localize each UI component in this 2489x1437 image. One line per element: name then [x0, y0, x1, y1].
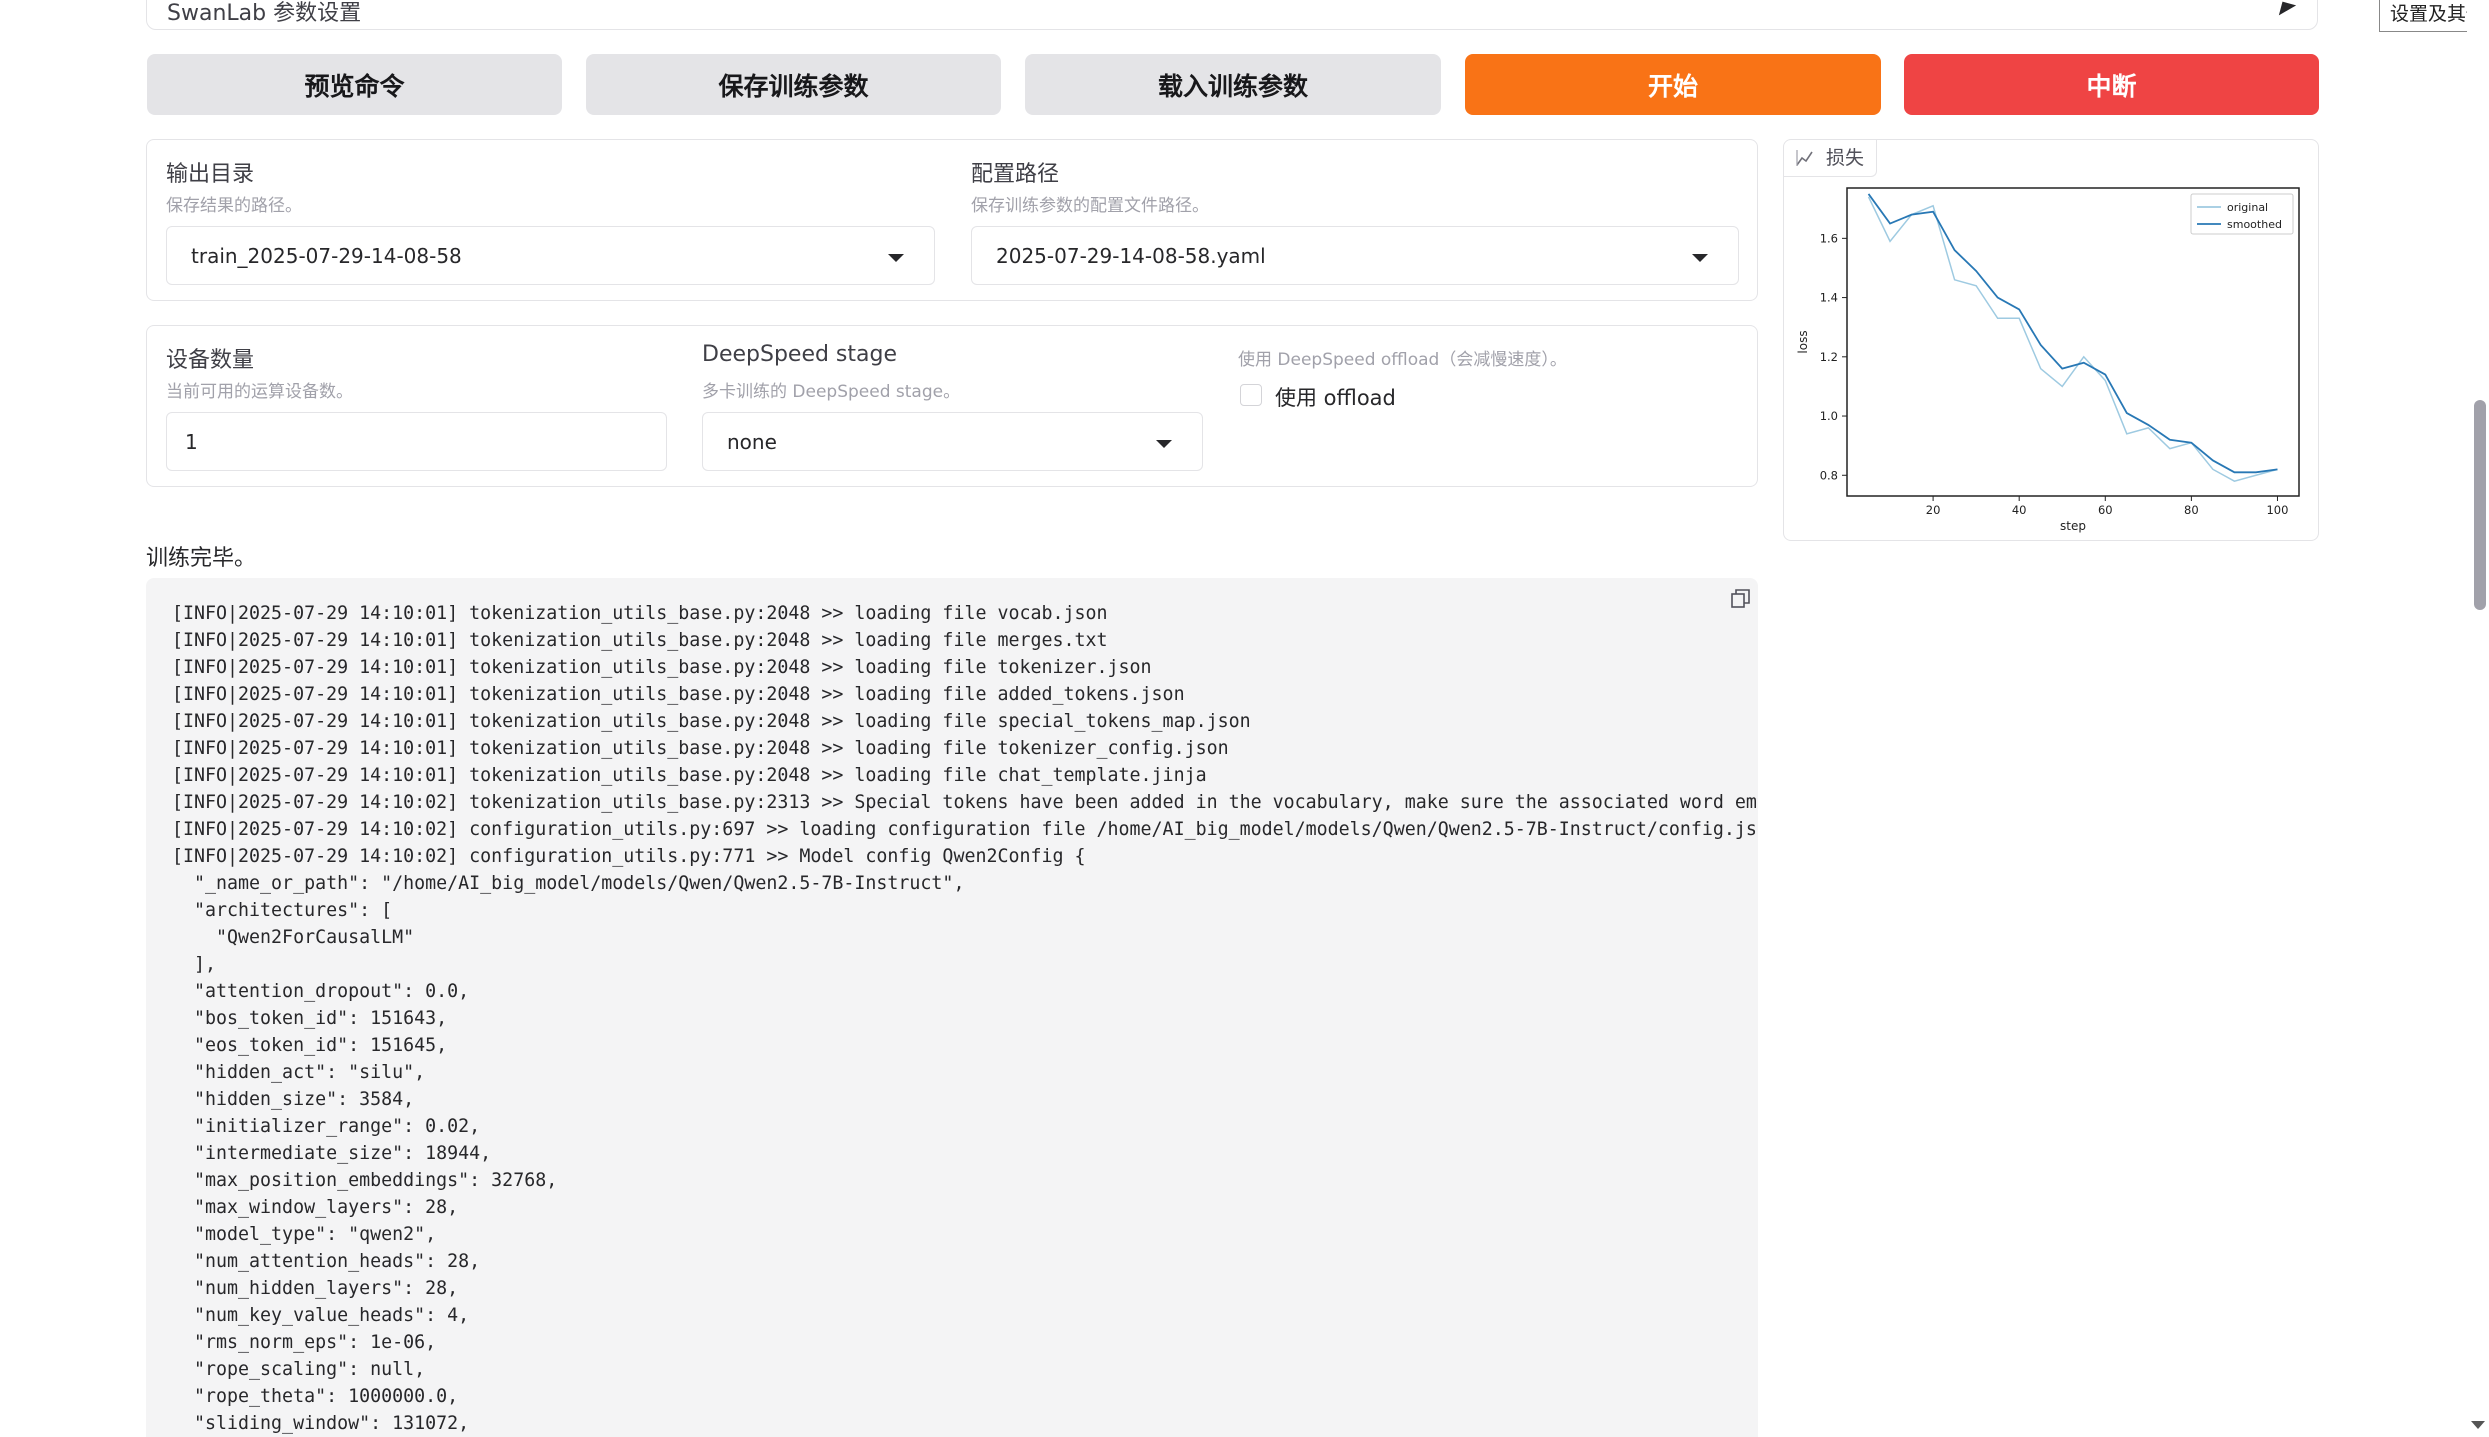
x-axis-label: step	[2060, 519, 2086, 533]
copy-icon[interactable]	[1730, 588, 1752, 610]
x-tick-label: 20	[1926, 503, 1941, 517]
ds-stage-info: 多卡训练的 DeepSpeed stage。	[702, 382, 961, 402]
y-tick-label: 1.2	[1820, 350, 1838, 364]
log-output[interactable]: [INFO|2025-07-29 14:10:01] tokenization_…	[146, 578, 1758, 1437]
x-tick-label: 60	[2098, 503, 2113, 517]
ds-offload-checkbox[interactable]	[1240, 384, 1262, 406]
device-count-input[interactable]: 1	[166, 412, 667, 471]
ds-stage-dropdown[interactable]: none	[702, 412, 1203, 471]
legend-entry: original	[2227, 201, 2268, 214]
x-tick-label: 80	[2184, 503, 2199, 517]
output-dir-label: 输出目录	[166, 162, 255, 187]
page-scrollbar[interactable]	[2467, 0, 2489, 1437]
legend-entry: smoothed	[2227, 218, 2282, 231]
plot-label: 损失	[1784, 140, 1878, 177]
dropdown-arrow-icon	[888, 254, 904, 262]
dropdown-arrow-icon	[1156, 440, 1172, 448]
output-dir-info: 保存结果的路径。	[166, 196, 302, 216]
swanlab-accordion-label: SwanLab 参数设置	[167, 1, 362, 26]
y-tick-label: 0.8	[1820, 468, 1838, 482]
output-dir-value: train_2025-07-29-14-08-58	[191, 244, 462, 268]
device-count-info: 当前可用的运算设备数。	[166, 382, 353, 402]
swanlab-accordion[interactable]: SwanLab 参数设置	[146, 0, 2318, 30]
config-path-value: 2025-07-29-14-08-58.yaml	[996, 244, 1266, 268]
device-count-label: 设备数量	[166, 348, 255, 373]
y-tick-label: 1.4	[1820, 291, 1838, 305]
ds-offload-info: 使用 DeepSpeed offload（会减慢速度）。	[1238, 350, 1567, 370]
load-args-button[interactable]: 载入训练参数	[1025, 54, 1441, 115]
x-tick-label: 40	[2012, 503, 2027, 517]
scroll-down-arrow-icon[interactable]	[2471, 1421, 2485, 1429]
ds-offload-label[interactable]: 使用 offload	[1275, 382, 1396, 412]
start-button[interactable]: 开始	[1465, 54, 1881, 115]
config-path-info: 保存训练参数的配置文件路径。	[971, 196, 1209, 216]
training-status: 训练完毕。	[146, 546, 257, 571]
abort-button[interactable]: 中断	[1904, 54, 2319, 115]
y-tick-label: 1.6	[1820, 231, 1838, 245]
ds-stage-value: none	[727, 430, 777, 454]
save-args-button[interactable]: 保存训练参数	[586, 54, 1001, 115]
collapse-icon[interactable]	[2273, 0, 2297, 16]
log-text: [INFO|2025-07-29 14:10:01] tokenization_…	[172, 603, 1758, 1434]
y-axis-label: loss	[1796, 330, 1810, 353]
output-dir-dropdown[interactable]: train_2025-07-29-14-08-58	[166, 226, 935, 285]
chart-icon	[1796, 150, 1813, 166]
loss-chart: 20 40 60 80 100 0.8 1.0 1.2 1.4 1.6 original smoot…	[1796, 187, 2300, 533]
preview-command-button[interactable]: 预览命令	[147, 54, 562, 115]
x-tick-label: 100	[2266, 503, 2288, 517]
device-count-value: 1	[185, 430, 198, 454]
scrollbar-thumb[interactable]	[2474, 400, 2486, 610]
config-path-dropdown[interactable]: 2025-07-29-14-08-58.yaml	[971, 226, 1739, 285]
ds-stage-label: DeepSpeed stage	[702, 342, 898, 367]
plot-label-text: 损失	[1826, 147, 1865, 169]
y-tick-label: 1.0	[1820, 409, 1838, 423]
config-path-label: 配置路径	[971, 162, 1060, 187]
dropdown-arrow-icon	[1692, 254, 1708, 262]
